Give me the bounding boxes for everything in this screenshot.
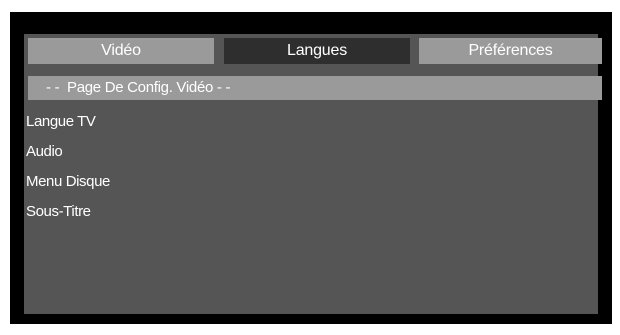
tab-preferences[interactable]: Préférences [419, 38, 602, 64]
tab-languages[interactable]: Langues [224, 38, 410, 64]
menu-item-subtitle[interactable]: Sous-Titre [24, 200, 598, 223]
osd-frame: Vidéo Langues Préférences - - Page De Co… [10, 12, 612, 324]
tab-video[interactable]: Vidéo [28, 38, 214, 64]
menu-item-tv-language[interactable]: Langue TV [24, 110, 598, 133]
menu-item-disc-menu[interactable]: Menu Disque [24, 170, 598, 193]
settings-menu: Langue TV Audio Menu Disque Sous-Titre [24, 110, 598, 230]
menu-item-audio[interactable]: Audio [24, 140, 598, 163]
tab-bar: Vidéo Langues Préférences [24, 38, 602, 64]
section-header: - - Page De Config. Vidéo - - [28, 76, 602, 100]
settings-panel: Vidéo Langues Préférences - - Page De Co… [24, 34, 602, 314]
